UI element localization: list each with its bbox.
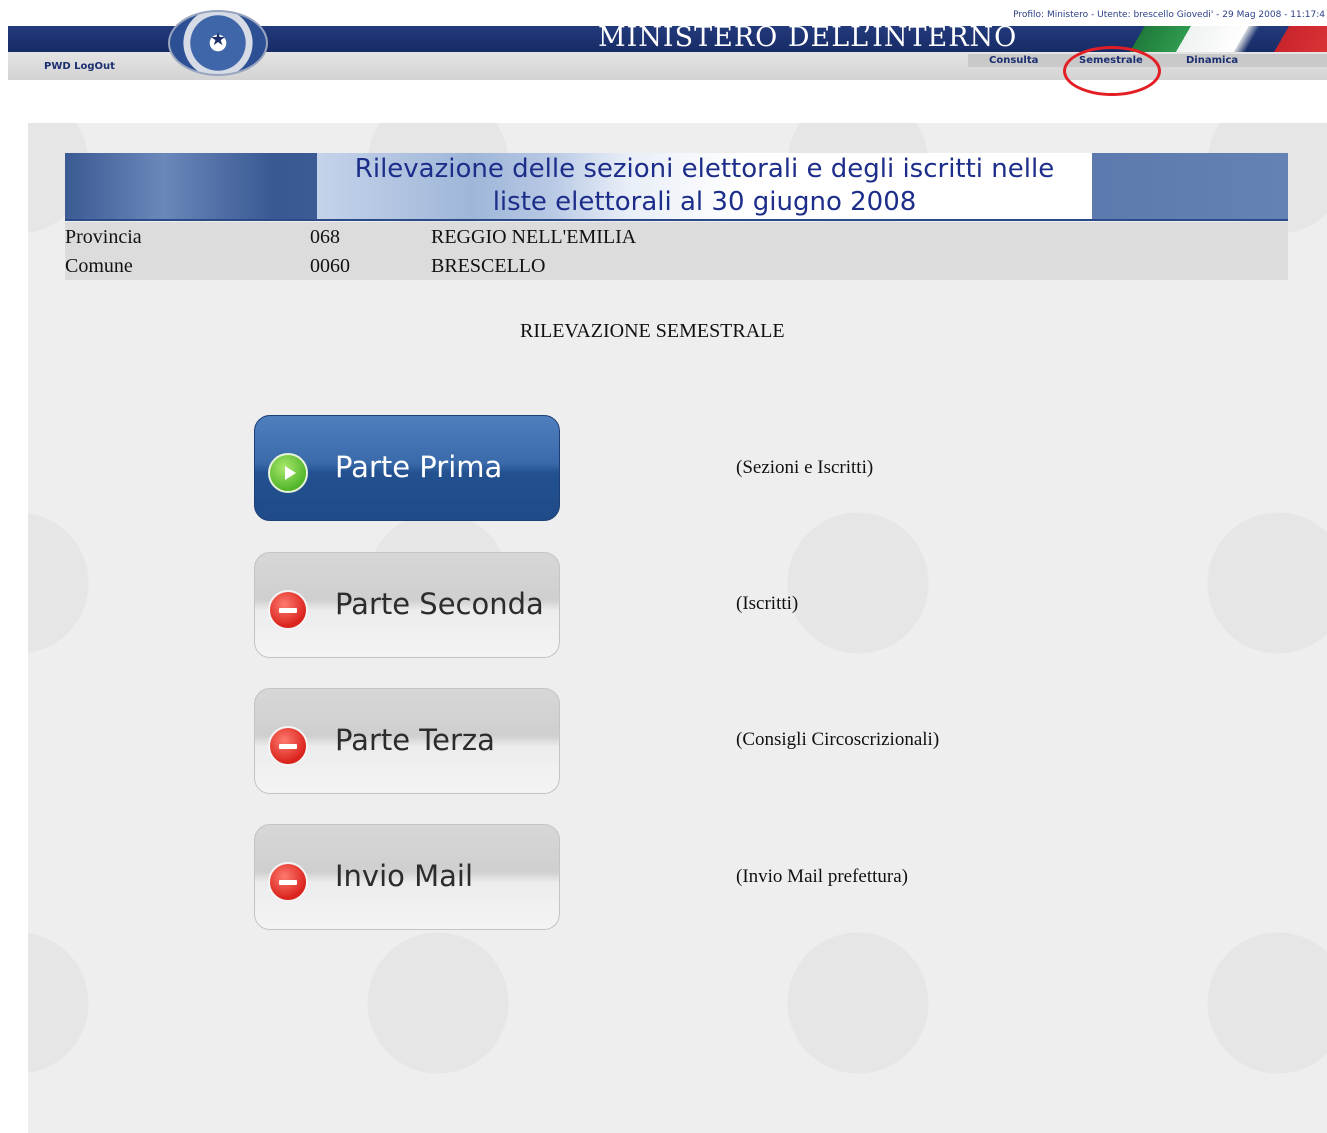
profile-info: Profilo: Ministero - Utente: brescello G… (1013, 10, 1325, 20)
provincia-name: REGGIO NELL'EMILIA (431, 226, 637, 248)
parte-terza-description: (Consigli Circoscrizionali) (736, 729, 940, 750)
parte-prima-description: (Sezioni e Iscritti) (736, 457, 874, 478)
pwd-logout-link[interactable]: PWD LogOut (44, 61, 115, 72)
minus-icon (268, 862, 308, 902)
page-title-line1: Rilevazione delle sezioni elettorali e d… (354, 154, 1055, 184)
parte-terza-button[interactable]: Parte Terza (254, 688, 560, 794)
minus-icon (268, 726, 308, 766)
provincia-code: 068 (310, 226, 340, 248)
button-label: Parte Seconda (335, 587, 544, 621)
minus-icon (268, 590, 308, 630)
comune-label: Comune (65, 255, 133, 277)
parte-prima-button[interactable]: Parte Prima (254, 415, 560, 521)
ministry-title: MINISTERO DELL’INTERNO (598, 22, 1018, 53)
header-bar: Profilo: Ministero - Utente: brescello G… (0, 0, 1327, 96)
location-info-table (65, 222, 1288, 280)
page-banner: Rilevazione delle sezioni elettorali e d… (65, 153, 1288, 221)
comune-code: 0060 (310, 255, 350, 277)
button-label: Parte Terza (335, 723, 495, 757)
nav-consulta[interactable]: Consulta (989, 55, 1038, 66)
button-label: Invio Mail (335, 859, 474, 893)
parte-seconda-button[interactable]: Parte Seconda (254, 552, 560, 658)
parte-seconda-description: (Iscritti) (736, 593, 799, 614)
section-title: RILEVAZIONE SEMESTRALE (520, 320, 785, 342)
star-icon: ★ (210, 29, 227, 49)
provincia-label: Provincia (65, 226, 142, 248)
highlight-circle-annotation (1063, 46, 1161, 96)
page-title-line2: liste elettorali al 30 giugno 2008 (492, 187, 917, 217)
play-icon (268, 453, 308, 493)
invio-mail-description: (Invio Mail prefettura) (736, 866, 908, 887)
comune-name: BRESCELLO (431, 255, 546, 277)
page-title: Rilevazione delle sezioni elettorali e d… (317, 153, 1092, 219)
nav-dinamica[interactable]: Dinamica (1186, 55, 1238, 66)
invio-mail-button[interactable]: Invio Mail (254, 824, 560, 930)
button-label: Parte Prima (335, 450, 503, 484)
